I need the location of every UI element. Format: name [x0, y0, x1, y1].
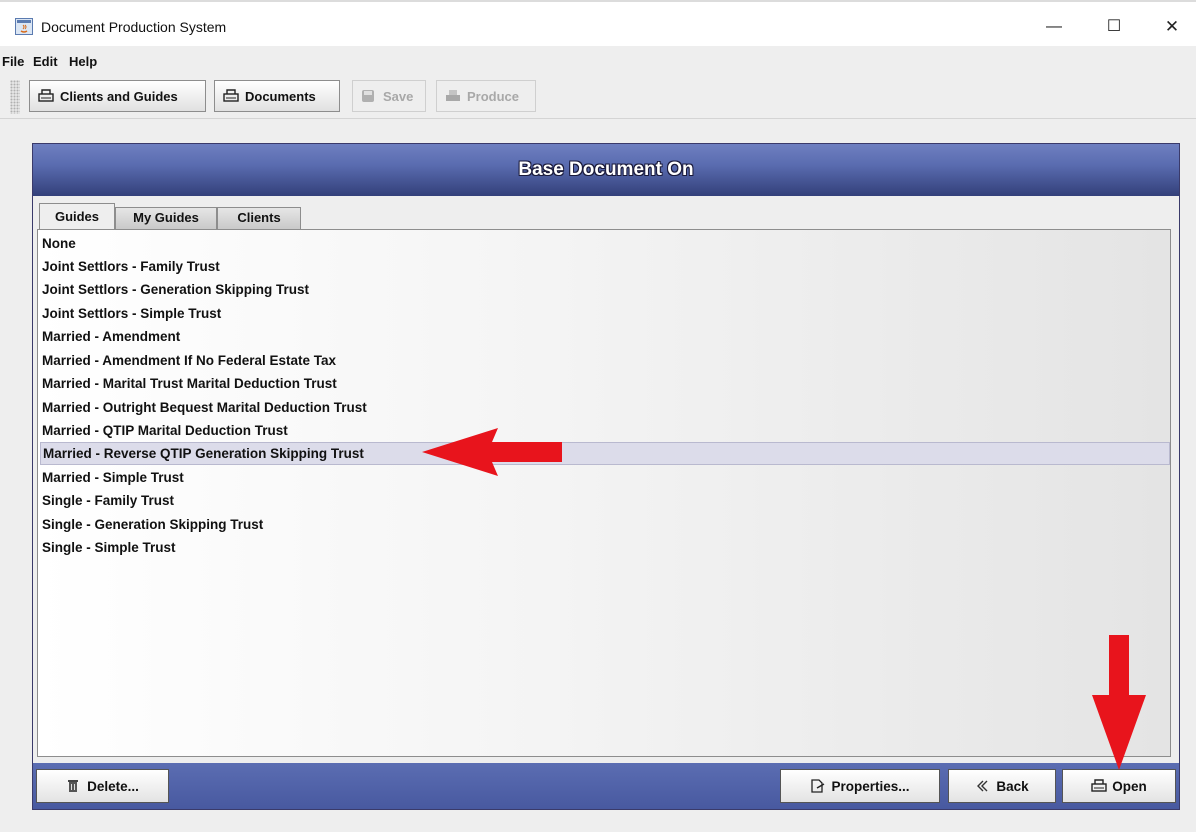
list-item[interactable]: Single - Family Trust	[40, 489, 1170, 512]
annotation-arrow-left-icon	[422, 428, 562, 476]
list-item[interactable]: Married - QTIP Marital Deduction Trust	[40, 419, 1170, 442]
list-item[interactable]: Married - Simple Trust	[40, 466, 1170, 489]
tab-clients[interactable]: Clients	[217, 207, 301, 229]
panel-footer: Delete... Properties... Back Open	[33, 763, 1179, 809]
tab-guides[interactable]: Guides	[39, 203, 115, 229]
open-label: Open	[1112, 778, 1147, 794]
produce-icon	[445, 89, 461, 103]
tab-my-guides[interactable]: My Guides	[115, 207, 217, 229]
annotation-arrow-down-icon	[1092, 635, 1146, 770]
produce-label: Produce	[467, 88, 520, 104]
list-item[interactable]: Married - Marital Trust Marital Deductio…	[40, 372, 1170, 395]
list-item[interactable]: Single - Simple Trust	[40, 536, 1170, 559]
panel-title: Base Document On	[518, 159, 694, 180]
properties-icon	[810, 779, 825, 793]
list-item[interactable]: Joint Settlors - Simple Trust	[40, 302, 1170, 325]
list-item[interactable]: Single - Generation Skipping Trust	[40, 513, 1170, 536]
documents-label: Documents	[245, 88, 316, 104]
list-item[interactable]: Married - Amendment	[40, 325, 1170, 348]
toolbar: Clients and Guides Documents Save Produc…	[0, 76, 1196, 119]
properties-label: Properties...	[831, 778, 910, 794]
trash-icon	[66, 779, 80, 793]
save-button[interactable]: Save	[352, 80, 426, 112]
list-item[interactable]: Married - Amendment If No Federal Estate…	[40, 349, 1170, 372]
list-item[interactable]: Joint Settlors - Family Trust	[40, 255, 1170, 278]
back-chevron-icon	[975, 779, 989, 793]
produce-button[interactable]: Produce	[436, 80, 536, 112]
properties-button[interactable]: Properties...	[780, 769, 940, 803]
documents-button[interactable]: Documents	[214, 80, 340, 112]
documents-icon	[223, 89, 239, 103]
maximize-button[interactable]: ☐	[1100, 16, 1128, 38]
back-label: Back	[996, 778, 1029, 794]
list-item[interactable]: Married - Outright Bequest Marital Deduc…	[40, 396, 1170, 419]
clients-and-guides-button[interactable]: Clients and Guides	[29, 80, 206, 112]
minimize-button[interactable]: —	[1040, 16, 1068, 38]
menu-help[interactable]: Help	[69, 54, 97, 69]
delete-button[interactable]: Delete...	[36, 769, 169, 803]
clients-icon	[38, 89, 54, 103]
save-icon	[361, 89, 377, 103]
base-document-panel: Base Document On Guides My Guides Client…	[32, 143, 1180, 810]
list-item-selected[interactable]: Married - Reverse QTIP Generation Skippi…	[40, 442, 1170, 465]
java-app-icon	[15, 18, 33, 35]
close-button[interactable]: ✕	[1158, 16, 1186, 38]
toolbar-grip[interactable]	[10, 80, 20, 114]
window-title: Document Production System	[41, 19, 227, 35]
menu-file[interactable]: File	[2, 54, 24, 69]
list-item[interactable]: None	[40, 232, 1170, 255]
guides-list[interactable]: None Joint Settlors - Family Trust Joint…	[37, 229, 1171, 757]
open-icon	[1091, 779, 1107, 793]
clients-and-guides-label: Clients and Guides	[60, 88, 178, 104]
menu-bar: File Edit Help	[0, 46, 1196, 76]
menu-edit[interactable]: Edit	[33, 54, 58, 69]
window-title-bar: Document Production System — ☐ ✕	[0, 0, 1196, 46]
delete-label: Delete...	[87, 778, 139, 794]
back-button[interactable]: Back	[948, 769, 1056, 803]
open-button[interactable]: Open	[1062, 769, 1176, 803]
save-label: Save	[383, 88, 414, 104]
list-item[interactable]: Joint Settlors - Generation Skipping Tru…	[40, 278, 1170, 301]
